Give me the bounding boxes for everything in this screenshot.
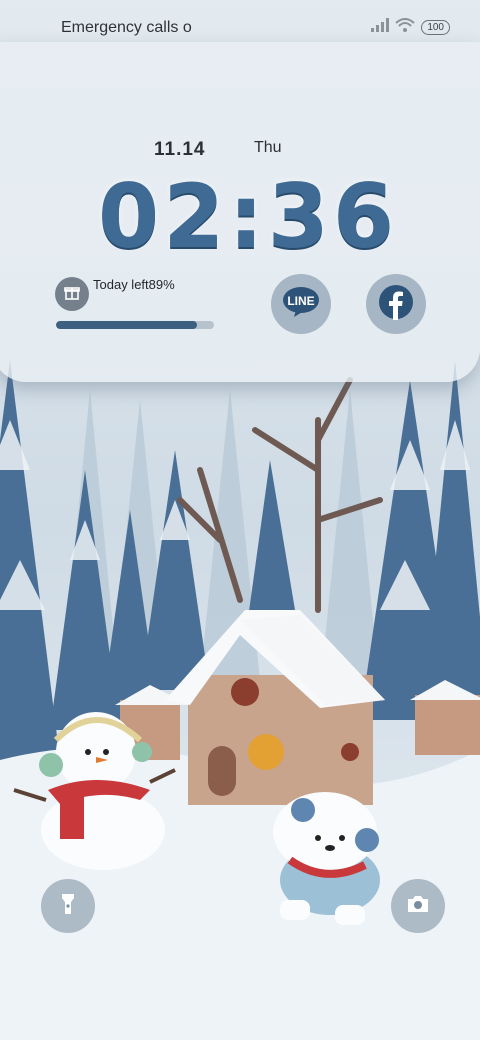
flashlight-icon [60,893,76,920]
day-progress-fill [56,321,197,329]
clock-time: 02:36 [98,165,399,268]
date-text: 11.14 [154,139,206,160]
line-icon: LINE [282,286,320,323]
wifi-icon [395,18,415,37]
carrier-text: Emergency calls o [61,19,192,36]
status-icons: 100 [371,18,450,37]
camera-button[interactable] [391,879,445,933]
camera-icon [406,894,430,919]
weekday-text: Thu [254,139,282,156]
day-progress-bar [56,321,214,329]
flashlight-button[interactable] [41,879,95,933]
gift-button[interactable] [55,277,89,311]
battery-indicator: 100 [421,20,450,35]
signal-icon [371,18,390,37]
today-left-label: Today left89% [93,277,175,292]
facebook-icon [378,284,414,325]
facebook-app-button[interactable] [366,274,426,334]
line-app-button[interactable]: LINE [271,274,331,334]
gift-icon [64,284,80,305]
line-icon-text: LINE [287,294,314,308]
